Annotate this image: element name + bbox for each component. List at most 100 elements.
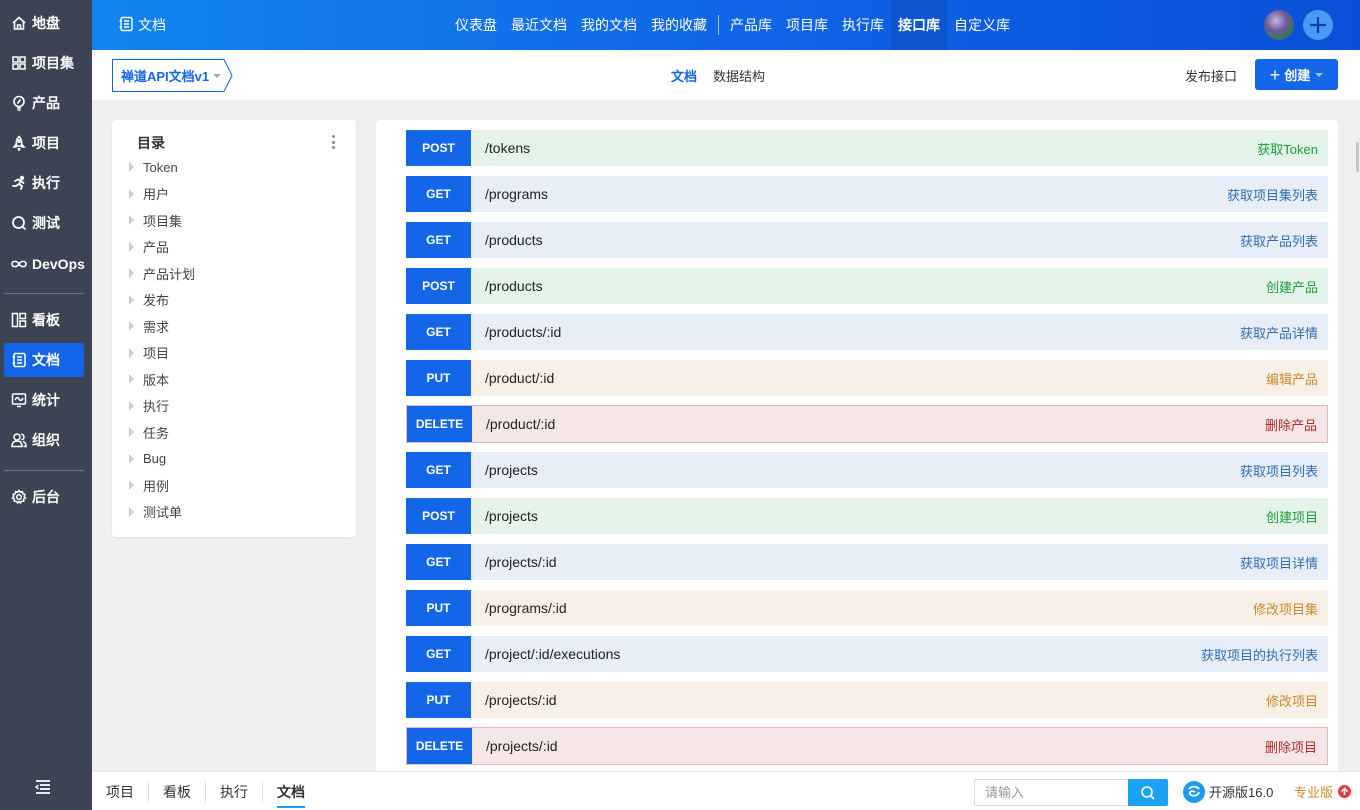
toc-item[interactable]: 测试单 [129,499,195,526]
nav-project-lib[interactable]: 项目库 [779,0,835,50]
sidebar-item-label: 测试 [32,215,60,231]
api-description: 获取Token [1257,141,1318,157]
sidebar-item-label: 后台 [32,489,60,505]
footer-tab-doc[interactable]: 文档 [263,772,319,810]
caret-right-icon[interactable] [129,506,134,517]
toc-item[interactable]: 用例 [129,472,195,499]
nav-my-docs[interactable]: 我的文档 [574,0,644,50]
sidebar-item-stat[interactable]: 统计 [4,383,84,417]
toc-item[interactable]: Bug [129,446,195,473]
app-title[interactable]: 文档 [118,0,166,50]
toc-item[interactable]: 用户 [129,181,195,208]
sidebar-item-devops[interactable]: DevOps [4,247,85,281]
api-row[interactable]: POST/products 创建产品 [406,268,1328,304]
caret-right-icon[interactable] [129,374,134,385]
api-row[interactable]: PUT/product/:id 编辑产品 [406,360,1328,396]
toc-item-label: 用户 [143,187,170,203]
toc-item[interactable]: Token [129,154,195,181]
pro-edition-link[interactable]: 专业版 [1294,772,1352,810]
nav-my-favorites[interactable]: 我的收藏 [644,0,714,50]
nav-recent-docs[interactable]: 最近文档 [504,0,574,50]
caret-right-icon[interactable] [129,215,134,226]
api-row[interactable]: GET/products 获取产品列表 [406,222,1328,258]
user-avatar[interactable] [1264,10,1294,40]
nav-product-lib[interactable]: 产品库 [723,0,779,50]
api-path: /project/:id/executions [485,646,621,662]
toc-item[interactable]: 需求 [129,313,195,340]
sidebar-item-project[interactable]: 项目 [4,126,84,160]
nav-api-lib[interactable]: 接口库 [891,0,947,50]
api-path: /projects [485,508,538,524]
footer-tab-kanban[interactable]: 看板 [149,772,205,810]
create-button[interactable]: + 创建 [1255,59,1338,90]
method-badge: POST [406,130,471,166]
caret-right-icon[interactable] [129,188,134,199]
sidebar-item-dashboard[interactable]: 地盘 [4,6,84,40]
caret-right-icon[interactable] [129,427,134,438]
tab-doc[interactable]: 文档 [663,66,705,85]
api-row[interactable]: GET/projects 获取项目列表 [406,452,1328,488]
version-link[interactable]: 开源版16.0 [1183,772,1273,810]
sidebar-item-program[interactable]: 项目集 [4,46,84,80]
scrollbar[interactable] [1350,100,1360,770]
toc-item-label: 发布 [143,293,170,309]
footer-tab-project[interactable]: 项目 [92,772,148,810]
publish-api-button[interactable]: 发布接口 [1185,50,1237,100]
library-name: 禅道API文档v1 [121,69,210,84]
caret-right-icon[interactable] [129,400,134,411]
caret-right-icon[interactable] [129,321,134,332]
toc-item[interactable]: 执行 [129,393,195,420]
plus-circle-icon[interactable] [1303,10,1333,40]
caret-right-icon[interactable] [129,480,134,491]
caret-right-icon[interactable] [129,268,134,279]
api-row[interactable]: PUT/projects/:id 修改项目 [406,682,1328,718]
api-path: /product/:id [485,370,555,386]
plus-icon: + [1269,64,1281,85]
users-icon [10,431,28,449]
scrollbar-thumb[interactable] [1356,142,1359,172]
api-row[interactable]: DELETE/projects/:id 删除项目 [406,727,1328,765]
sidebar-item-admin[interactable]: 后台 [4,480,84,514]
api-row[interactable]: PUT/programs/:id 修改项目集 [406,590,1328,626]
toc-item[interactable]: 项目集 [129,207,195,234]
sidebar-item-org[interactable]: 组织 [4,423,84,457]
sidebar-item-execution[interactable]: 执行 [4,166,84,200]
sidebar-item-kanban[interactable]: 看板 [4,303,84,337]
search-input[interactable] [974,779,1128,806]
toc-item[interactable]: 产品 [129,234,195,261]
sidebar-item-label: 产品 [32,95,60,111]
api-row[interactable]: GET/project/:id/executions 获取项目的执行列表 [406,636,1328,672]
api-row[interactable]: GET/projects/:id 获取项目详情 [406,544,1328,580]
caret-right-icon[interactable] [129,241,134,252]
toc-item[interactable]: 版本 [129,366,195,393]
home-icon [10,14,28,32]
sidebar-item-product[interactable]: 产品 [4,86,84,120]
caret-right-icon[interactable] [129,347,134,358]
api-row[interactable]: DELETE/product/:id 删除产品 [406,405,1328,443]
method-badge: GET [406,314,471,350]
caret-right-icon[interactable] [129,294,134,305]
tab-data-structure[interactable]: 数据结构 [705,66,773,85]
toc-item[interactable]: 发布 [129,287,195,314]
nav-custom-lib[interactable]: 自定义库 [947,0,1017,50]
api-path: /projects/:id [485,692,557,708]
api-path: /products [485,232,543,248]
collapse-menu-icon[interactable] [34,779,54,799]
caret-right-icon[interactable] [129,162,134,173]
api-row[interactable]: GET/products/:id 获取产品详情 [406,314,1328,350]
sidebar-item-label: 统计 [32,392,60,408]
caret-right-icon[interactable] [129,453,134,464]
toc-item[interactable]: 项目 [129,340,195,367]
nav-execution-lib[interactable]: 执行库 [835,0,891,50]
more-vertical-icon[interactable] [328,134,338,150]
api-row[interactable]: POST/projects 创建项目 [406,498,1328,534]
api-row[interactable]: POST/tokens 获取Token [406,130,1328,166]
api-row[interactable]: GET/programs 获取项目集列表 [406,176,1328,212]
nav-dashboard[interactable]: 仪表盘 [448,0,504,50]
sidebar-item-doc[interactable]: 文档 [4,343,84,377]
toc-item[interactable]: 产品计划 [129,260,195,287]
toc-item[interactable]: 任务 [129,419,195,446]
search-button[interactable] [1128,779,1168,806]
sidebar-item-test[interactable]: 测试 [4,206,84,240]
footer-tab-execution[interactable]: 执行 [206,772,262,810]
